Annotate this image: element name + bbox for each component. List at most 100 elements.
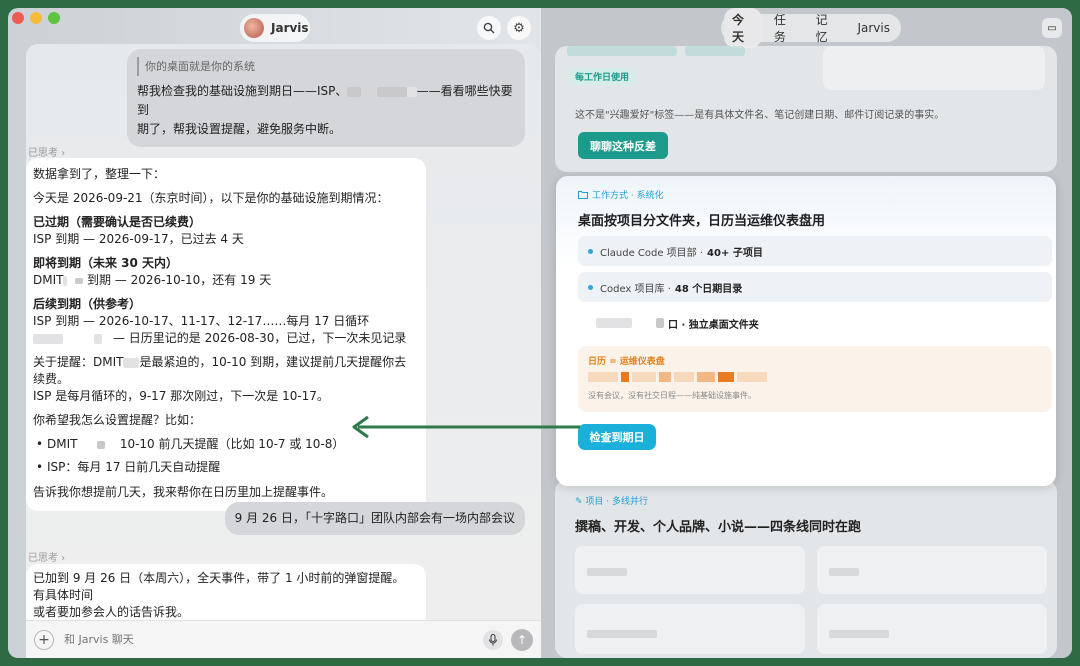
annotation-arrow-icon [352, 415, 580, 439]
card-tag: 工作方式 · 系统化 [578, 188, 664, 201]
message-text: 期了，帮我设置提醒，避免服务中断。 [137, 122, 342, 136]
project-tile[interactable] [575, 546, 805, 594]
zoom-window-button[interactable] [48, 12, 60, 24]
calendar-dashboard: 日历 = 运维仪表盘 没有会议，没有社交日程——纯基础设施事件。 [578, 346, 1052, 412]
tab-today[interactable]: 今天 [724, 8, 762, 48]
message-text: 数据拿到了，整理一下： [33, 167, 166, 181]
project-tile[interactable] [817, 604, 1047, 654]
thought-toggle[interactable]: 已思考 › [28, 144, 65, 159]
window-controls [12, 12, 60, 24]
redacted-text [829, 568, 859, 576]
faded-content [685, 46, 745, 56]
row-text: Claude Code 项目部 · [600, 247, 704, 259]
agent-name: Jarvis [271, 21, 309, 35]
redacted-block [588, 372, 618, 382]
message-text: ISP 是每月循环的，9-17 那次刚过，下一次是 10-17。 [33, 389, 329, 403]
list-item: 口 · 独立桌面文件夹 [578, 308, 1052, 338]
redacted-text [33, 333, 63, 344]
list-item: Claude Code 项目部 · 40+ 子项目 [578, 236, 1052, 266]
quoted-context: 你的桌面就是你的系统 [137, 57, 515, 76]
chat-panel: 你的桌面就是你的系统 帮我检查我的基础设施到期日——ISP、 ——看看哪些快要到… [26, 44, 541, 658]
redacted-text [63, 275, 68, 286]
redacted-text [93, 333, 102, 344]
calendar-title: 日历 = 运维仪表盘 [588, 357, 665, 367]
redacted-text [75, 277, 84, 284]
message-text: 今天是 2026-09-21（东京时间），以下是你的基础设施到期情况： [33, 191, 389, 205]
redacted-text [596, 318, 632, 328]
message-text: 告诉我你想提前几天，我来帮你在日历里加上提醒事件。 [33, 485, 334, 499]
voice-button[interactable] [483, 629, 503, 650]
calendar-note: 没有会议，没有社交日程——纯基础设施事件。 [588, 391, 756, 400]
faded-content [823, 46, 1045, 90]
reminder-note: 关于提醒：DMIT 是最紧迫的，10-10 到期，建议提前几天提醒你去续费。 IS… [33, 354, 416, 405]
assistant-message-1: 数据拿到了，整理一下： 今天是 2026-09-21（东京时间），以下是你的基础… [26, 158, 426, 511]
workstyle-card: 工作方式 · 系统化 桌面按项目分文件夹，日历当运维仪表盘用 Claude Co… [556, 176, 1056, 486]
check-expiry-button[interactable]: 检查到期日 [578, 424, 656, 450]
row-value: 48 个日期目录 [674, 283, 743, 295]
redacted-calendar-events [588, 372, 767, 382]
projects-card: ✎ 项目 · 多线并行 撰稿、开发、个人品牌、小说——四条线同时在跑 [555, 480, 1057, 658]
projects-title: 撰稿、开发、个人品牌、小说——四条线同时在跑 [575, 520, 862, 535]
message-text: 到期 — 2026-10-10，还有 19 天 [86, 273, 272, 287]
redacted-text [656, 318, 664, 328]
sidebar-icon: ▭ [1047, 22, 1057, 34]
redacted-text [829, 630, 889, 638]
message-text: 已加到 9 月 26 日（本周六），全天事件，带了 1 小时前的弹窗提醒。有具体… [33, 571, 405, 602]
row-value: 口 · 独立桌面文件夹 [668, 319, 759, 331]
agent-switcher[interactable]: Jarvis [240, 14, 310, 42]
expired-section: 已过期（需要确认是否已续费） ISP 到期 — 2026-09-17，已过去 4… [33, 214, 416, 248]
project-tile[interactable] [817, 546, 1047, 594]
usage-badge: 每工作日使用 [569, 68, 636, 85]
tag-text: 项目 · 多线并行 [585, 497, 648, 507]
section-heading: 已过期（需要确认是否已续费） [33, 215, 202, 229]
redacted-text [123, 357, 140, 368]
discuss-contrast-button[interactable]: 聊聊这种反差 [578, 132, 668, 159]
redacted-block [737, 372, 767, 382]
project-tile[interactable] [575, 604, 805, 654]
reminder-options: DMIT 10-10 前几天提醒（比如 10-7 或 10-8） ISP：每月 … [33, 436, 416, 476]
redacted-block [659, 372, 671, 382]
redacted-text [347, 86, 362, 97]
list-item: Codex 项目库 · 48 个日期目录 [578, 272, 1052, 302]
search-icon [483, 22, 495, 34]
upcoming-section: 即将到期（未来 30 天内） DMIT 到期 — 2026-10-10，还有 1… [33, 255, 416, 289]
message-text: — 日历里记的是 2026-08-30，已过，下一次未见记录 [112, 331, 407, 345]
bullet-dot [588, 284, 593, 290]
message-text: ISP 到期 — 2026-10-17、11-17、12-17……每月 17 日… [33, 314, 370, 328]
arrow-up-icon: ↑ [516, 632, 528, 647]
bullet-dot [588, 248, 593, 254]
thought-toggle[interactable]: 已思考 › [28, 549, 65, 564]
chat-input[interactable] [64, 633, 483, 646]
sidebar-toggle-button[interactable]: ▭ [1042, 18, 1062, 38]
faded-content [567, 46, 677, 56]
search-button[interactable] [477, 16, 501, 40]
redacted-text [376, 86, 407, 97]
minimize-window-button[interactable] [30, 12, 42, 24]
message-text: DMIT [47, 437, 78, 451]
message-text: ISP 到期 — 2026-09-17，已过去 4 天 [33, 232, 244, 246]
redacted-block [697, 372, 715, 382]
attach-button[interactable]: + [34, 629, 54, 650]
close-window-button[interactable] [12, 12, 24, 24]
redacted-block [674, 372, 694, 382]
send-button[interactable]: ↑ [511, 628, 533, 651]
message-text: ISP：每月 17 日前几天自动提醒 [47, 460, 221, 474]
tab-jarvis[interactable]: Jarvis [849, 18, 898, 38]
folder-icon [578, 191, 588, 199]
message-text: 10-10 前几天提醒（比如 10-7 或 10-8） [119, 437, 345, 451]
section-heading: 即将到期（未来 30 天内） [33, 256, 179, 270]
insight-note: 这不是"兴趣爱好"标签——是有具体文件名、笔记创建日期、邮件订阅记录的事实。 [575, 110, 945, 121]
card-title: 桌面按项目分文件夹，日历当运维仪表盘用 [578, 214, 826, 229]
redacted-block [632, 372, 656, 382]
microphone-icon [488, 633, 498, 645]
app-window: Jarvis ⚙ 你的桌面就是你的系统 帮我检查我的基础设施到期日——ISP、 … [8, 8, 1072, 658]
list-item: ISP：每月 17 日前几天自动提醒 [33, 459, 416, 476]
tab-memory[interactable]: 记忆 [808, 8, 846, 48]
redacted-text [406, 86, 417, 97]
settings-button[interactable]: ⚙ [507, 16, 531, 40]
user-message-2: 9 月 26 日，「十字路口」团队内部会有一场内部会议 [224, 502, 525, 535]
projects-tag: ✎ 项目 · 多线并行 [575, 497, 648, 507]
tab-tasks[interactable]: 任务 [766, 8, 804, 48]
tag-text: 工作方式 · 系统化 [592, 191, 664, 201]
view-tabs: 今天 任务 记忆 Jarvis [721, 8, 901, 48]
